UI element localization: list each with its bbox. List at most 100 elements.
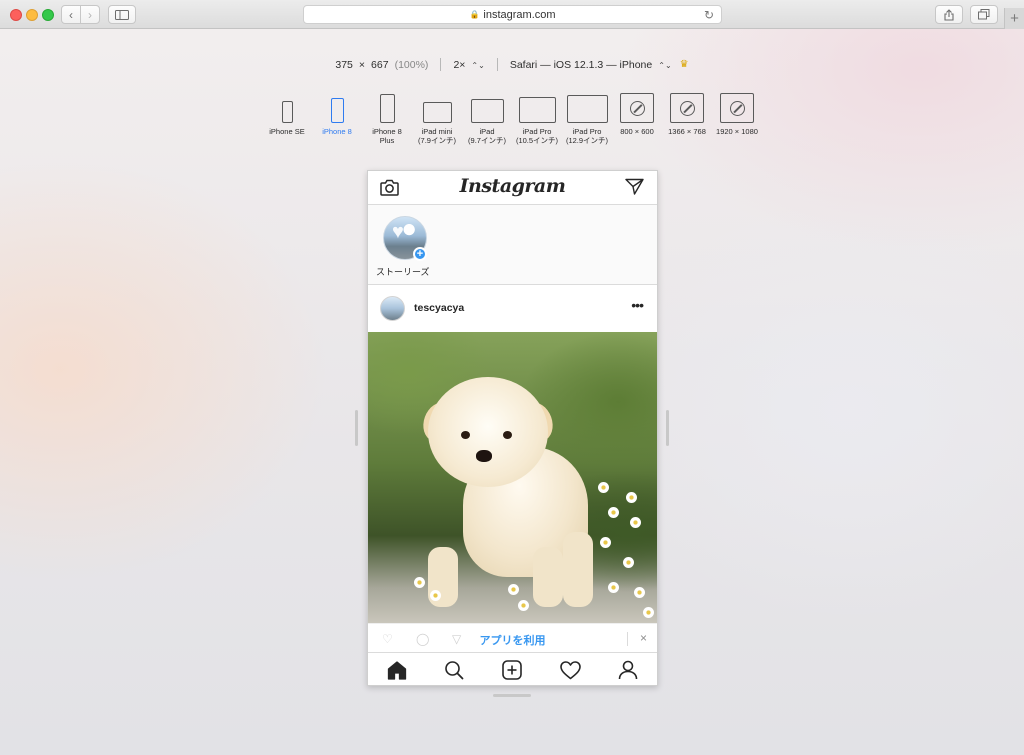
forward-button[interactable]: › [80,5,100,24]
show-tabs-button[interactable] [970,5,998,24]
device-label: iPhone 8 Plus [372,127,402,146]
device-label: iPad (9.7インチ) [468,127,506,146]
user-agent-value: Safari — iOS 12.1.3 — iPhone [509,58,653,71]
profile-icon[interactable] [618,660,638,680]
viewport-height[interactable]: 667 [371,59,389,71]
device-iphone-8[interactable]: iPhone 8 [312,93,362,136]
device-label: iPhone 8 [322,127,352,136]
instagram-logo[interactable]: Instagram [368,175,657,197]
device-label: iPhone SE [269,127,305,136]
use-app-link[interactable]: アプリを利用 [368,632,657,648]
phone-icon [379,94,395,123]
safari-window-icon [670,93,704,123]
device-ipad-pro-12-9[interactable]: iPad Pro (12.9インチ) [562,93,612,146]
resize-handle-bottom[interactable] [493,694,531,697]
back-button[interactable]: ‹ [61,5,81,24]
phone-icon [330,98,344,123]
puppy-nose [476,450,492,462]
home-icon[interactable] [387,660,407,680]
flower [626,492,637,503]
reload-icon[interactable]: ↻ [704,8,714,22]
tablet-icon [470,99,504,123]
device-viewport: Instagram ♥ + ストーリーズ tescyacya ••• ♡ ◯ ▽… [367,170,658,686]
post-photo-puppy[interactable] [368,332,657,623]
compass-icon [629,100,645,116]
browser-toolbar: ‹ › 🔒 instagram.com ↻ + [0,0,1024,29]
device-iphone-se[interactable]: iPhone SE [262,93,312,136]
puppy-eye [461,431,470,439]
post-user-avatar[interactable] [380,296,405,321]
user-agent-select[interactable]: Safari — iOS 12.1.3 — iPhone ⌃⌄ [510,59,672,71]
device-iphone-8-plus[interactable]: iPhone 8 Plus [362,93,412,146]
viewport-zoom: (100%) [394,58,429,71]
viewport-width[interactable]: 375 [335,59,353,71]
flower [608,507,619,518]
device-ipad-pro-10-5[interactable]: iPad Pro (10.5インチ) [512,93,562,146]
flower [430,590,441,601]
zoom-window-button[interactable] [42,9,54,21]
flower [518,600,529,611]
puppy-leg [533,547,563,607]
flower [508,584,519,595]
address-text: instagram.com [483,8,556,21]
device-1366x768[interactable]: 1366 × 768 [662,93,712,136]
more-options-icon[interactable]: ••• [631,297,644,313]
puppy-head [428,377,548,487]
resize-handle-right[interactable] [666,410,669,446]
device-label: 800 × 600 [620,127,654,136]
tablet-icon [518,97,556,123]
phone-icon [281,101,293,123]
add-story-icon[interactable]: + [413,247,427,261]
chevron-updown-icon: ⌃⌄ [658,60,672,70]
flower [630,517,641,528]
chevron-left-icon: ‹ [69,7,73,22]
open-app-banner: ♡ ◯ ▽ アプリを利用 × [368,623,657,653]
share-button[interactable] [935,5,963,24]
dimension-separator: × [358,58,366,71]
lock-icon: 🔒 [469,10,480,19]
flower [414,577,425,588]
direct-message-icon[interactable] [625,178,644,195]
divider [496,58,498,71]
safari-window-icon [720,93,754,123]
device-800x600[interactable]: 800 × 600 [612,93,662,136]
post-username[interactable]: tescyacya [414,302,464,314]
flower [600,537,611,548]
device-label: iPad Pro (10.5インチ) [515,127,559,146]
new-post-icon[interactable] [502,660,522,680]
flower [598,482,609,493]
compass-icon [729,100,745,116]
activity-heart-icon[interactable] [559,660,581,680]
flower [634,587,645,598]
close-window-button[interactable] [10,9,22,21]
address-bar[interactable]: 🔒 instagram.com ↻ [303,5,722,24]
sidebar-toggle-button[interactable] [108,5,136,24]
device-1920x1080[interactable]: 1920 × 1080 [712,93,762,136]
crown-icon[interactable]: ♛ [680,59,689,70]
device-label: 1920 × 1080 [716,127,758,136]
sidebar-icon [115,9,129,20]
device-ipad-mini[interactable]: iPad mini (7.9インチ) [412,93,462,146]
tablet-icon [566,95,608,123]
chevron-right-icon: › [88,7,92,22]
pixel-ratio-select[interactable]: 2× ⌃⌄ [453,59,484,71]
chevron-updown-icon: ⌃⌄ [471,60,485,70]
flower [608,582,619,593]
share-icon [944,8,954,21]
stories-label: ストーリーズ [376,267,430,277]
close-banner-icon[interactable]: × [640,631,647,645]
instagram-bottom-nav [368,652,657,685]
plus-icon: + [1010,10,1019,27]
new-tab-button[interactable]: + [1004,8,1024,29]
tabs-icon [978,9,990,20]
minimize-window-button[interactable] [26,9,38,21]
flower [643,607,654,618]
tablet-icon [422,102,452,123]
device-ipad[interactable]: iPad (9.7インチ) [462,93,512,146]
search-icon[interactable] [444,660,464,680]
device-label: 1366 × 768 [668,127,706,136]
resize-handle-left[interactable] [355,410,358,446]
stories-tray: ♥ + ストーリーズ [368,205,657,285]
compass-icon [679,100,695,116]
heart-cloud-icon: ♥ [392,221,404,243]
